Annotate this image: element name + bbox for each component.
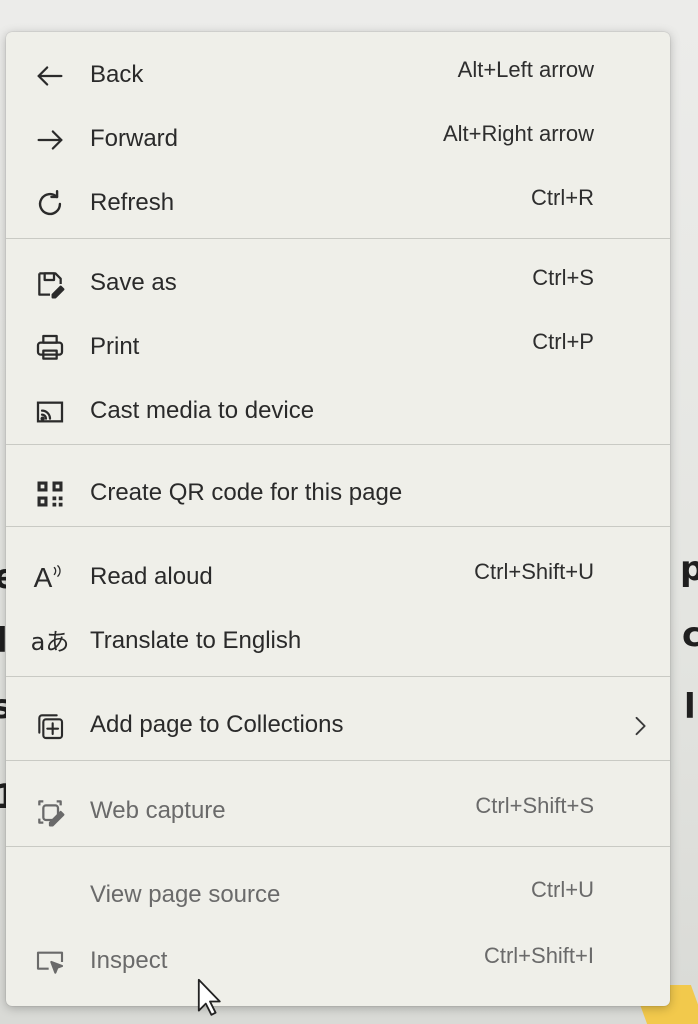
- menu-divider: [6, 676, 670, 677]
- menu-item-shortcut: Ctrl+Shift+S: [475, 793, 594, 818]
- menu-item-label: Print: [90, 333, 140, 360]
- menu-item-cast-media[interactable]: Cast media to device: [6, 382, 670, 442]
- menu-item-label: Read aloud: [90, 563, 213, 590]
- background-text-fragment: l: [684, 687, 696, 727]
- menu-divider: [6, 444, 670, 445]
- inspect-icon: [30, 942, 70, 982]
- menu-item-shortcut: Ctrl+P: [532, 329, 594, 354]
- menu-item-shortcut: Alt+Left arrow: [457, 57, 594, 82]
- web-capture-icon: [30, 792, 70, 832]
- menu-divider: [6, 526, 670, 527]
- menu-item-shortcut: Alt+Right arrow: [442, 121, 594, 146]
- menu-item-web-capture[interactable]: Web capture Ctrl+Shift+S: [6, 782, 670, 842]
- menu-item-inspect[interactable]: Inspect Ctrl+Shift+I: [6, 932, 670, 992]
- arrow-left-icon: [30, 56, 70, 96]
- menu-item-shortcut: Ctrl+S: [532, 265, 594, 290]
- menu-item-label: Translate to English: [90, 627, 302, 654]
- menu-item-create-qr-code[interactable]: Create QR code for this page: [6, 464, 670, 524]
- menu-item-print[interactable]: Print Ctrl+P: [6, 318, 670, 378]
- menu-item-label: Cast media to device: [90, 397, 315, 424]
- chevron-right-icon: [626, 712, 654, 740]
- menu-item-back[interactable]: Back Alt+Left arrow: [6, 46, 670, 106]
- refresh-icon: [30, 184, 70, 224]
- menu-item-shortcut: Ctrl+Shift+U: [474, 559, 594, 584]
- menu-item-label: Forward: [90, 125, 179, 152]
- menu-item-shortcut: Ctrl+R: [531, 185, 594, 210]
- menu-item-label: Save as: [90, 269, 177, 296]
- menu-divider: [6, 238, 670, 239]
- background-text-fragment: p: [680, 549, 698, 589]
- cast-icon: [30, 392, 70, 432]
- menu-item-read-aloud[interactable]: A Read aloud Ctrl+Shift+U: [6, 548, 670, 608]
- menu-divider: [6, 760, 670, 761]
- menu-item-add-to-collections[interactable]: Add page to Collections: [6, 696, 670, 756]
- menu-item-shortcut: Ctrl+Shift+I: [483, 943, 594, 968]
- menu-item-shortcut: Ctrl+U: [531, 877, 594, 902]
- qr-code-icon: [30, 474, 70, 514]
- menu-item-translate[interactable]: aあ Translate to English: [6, 612, 670, 672]
- menu-item-label: Refresh: [90, 189, 175, 216]
- menu-item-refresh[interactable]: Refresh Ctrl+R: [6, 174, 670, 234]
- arrow-right-icon: [30, 120, 70, 160]
- mouse-cursor-icon: [196, 978, 224, 1018]
- read-aloud-glyph: A: [33, 562, 53, 593]
- context-menu: Back Alt+Left arrow Forward Alt+Right ar…: [6, 32, 670, 1006]
- menu-item-label: Create QR code for this page: [90, 479, 403, 506]
- collections-add-icon: [30, 706, 70, 746]
- menu-item-label: Inspect: [90, 947, 168, 974]
- save-as-icon: [30, 264, 70, 304]
- translate-glyph: aあ: [30, 628, 70, 656]
- printer-icon: [30, 328, 70, 368]
- menu-item-label: Add page to Collections: [90, 711, 344, 738]
- menu-item-save-as[interactable]: Save as Ctrl+S: [6, 254, 670, 314]
- menu-item-forward[interactable]: Forward Alt+Right arrow: [6, 110, 670, 170]
- menu-divider: [6, 846, 670, 847]
- menu-item-label: View page source: [90, 881, 281, 908]
- background-text-fragment: c: [682, 615, 698, 655]
- menu-item-label: Back: [90, 61, 144, 88]
- read-aloud-icon: A: [30, 558, 70, 598]
- translate-icon: aあ: [30, 622, 70, 662]
- menu-item-view-page-source[interactable]: View page source Ctrl+U: [6, 866, 670, 926]
- menu-item-label: Web capture: [90, 797, 226, 824]
